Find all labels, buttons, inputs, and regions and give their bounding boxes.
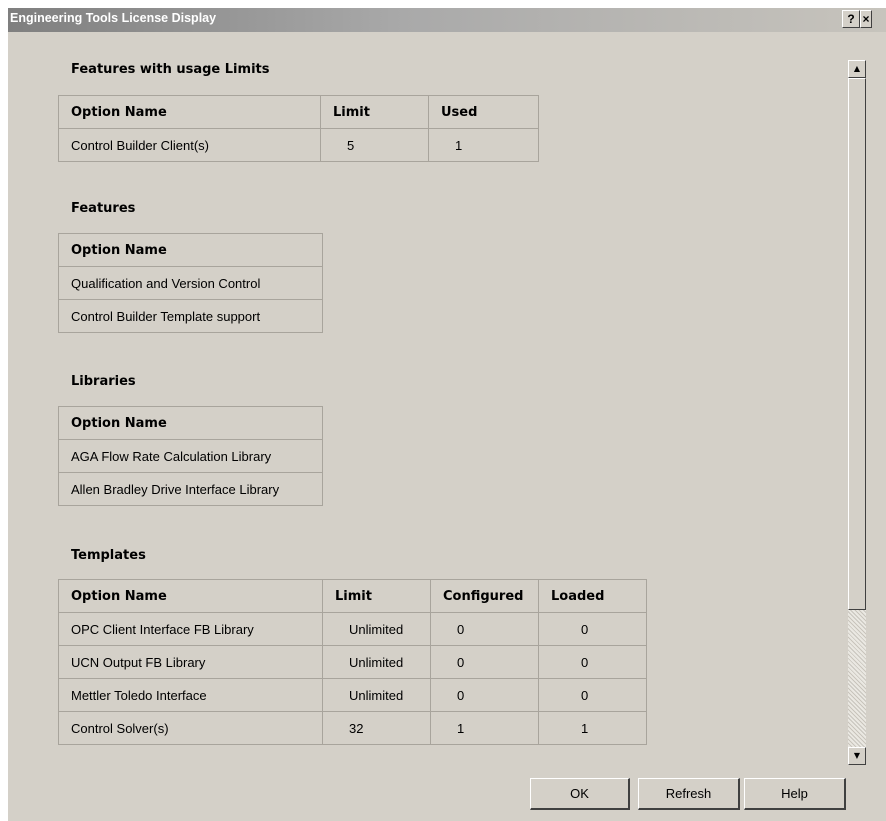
vertical-scrollbar[interactable]: ▲ ▼ [848, 60, 866, 765]
option-name-cell: Control Builder Client(s) [58, 128, 321, 162]
column-header-limit: Limit [322, 579, 431, 613]
libraries-table: Option Name AGA Flow Rate Calculation Li… [58, 406, 323, 506]
option-name-cell: AGA Flow Rate Calculation Library [58, 439, 323, 473]
configured-cell: 0 [430, 612, 539, 646]
table-row: AGA Flow Rate Calculation Library [58, 439, 323, 473]
column-header-loaded: Loaded [538, 579, 647, 613]
scrollbar-thumb[interactable] [848, 78, 866, 610]
loaded-cell: 0 [538, 678, 647, 712]
refresh-button[interactable]: Refresh [638, 778, 740, 810]
ok-button[interactable]: OK [530, 778, 630, 810]
scroll-up-arrow-icon[interactable]: ▲ [848, 60, 866, 78]
table-row: Allen Bradley Drive Interface Library [58, 472, 323, 506]
column-header-option-name: Option Name [58, 233, 323, 267]
column-header-option-name: Option Name [58, 406, 323, 440]
configured-cell: 0 [430, 678, 539, 712]
option-name-cell: Control Builder Template support [58, 299, 323, 333]
configured-cell: 0 [430, 645, 539, 679]
title-bar: Engineering Tools License Display ? × [8, 8, 886, 32]
table-row: Control Builder Client(s) 5 1 [58, 128, 539, 162]
limit-cell: 32 [322, 711, 431, 745]
table-row: Control Builder Template support [58, 299, 323, 333]
scroll-down-arrow-icon[interactable]: ▼ [848, 747, 866, 765]
usage-limits-heading: Features with usage Limits [71, 62, 270, 77]
table-row: Qualification and Version Control [58, 266, 323, 300]
features-heading: Features [71, 201, 136, 216]
option-name-cell: UCN Output FB Library [58, 645, 323, 679]
table-row: UCN Output FB Library Unlimited 0 0 [58, 645, 647, 679]
help-button[interactable]: Help [744, 778, 846, 810]
column-header-used: Used [428, 95, 539, 129]
limit-cell: Unlimited [322, 678, 431, 712]
usage-limits-table: Option Name Limit Used Control Builder C… [58, 95, 539, 162]
limit-cell: 5 [320, 128, 429, 162]
table-row: Mettler Toledo Interface Unlimited 0 0 [58, 678, 647, 712]
window-title: Engineering Tools License Display [10, 11, 217, 25]
option-name-cell: Qualification and Version Control [58, 266, 323, 300]
option-name-cell: OPC Client Interface FB Library [58, 612, 323, 646]
templates-table: Option Name Limit Configured Loaded OPC … [58, 579, 647, 745]
used-cell: 1 [428, 128, 539, 162]
configured-cell: 1 [430, 711, 539, 745]
option-name-cell: Control Solver(s) [58, 711, 323, 745]
column-header-option-name: Option Name [58, 95, 321, 129]
column-header-configured: Configured [430, 579, 539, 613]
table-row: OPC Client Interface FB Library Unlimite… [58, 612, 647, 646]
templates-heading: Templates [71, 548, 146, 563]
help-question-icon[interactable]: ? [842, 10, 860, 28]
loaded-cell: 0 [538, 645, 647, 679]
limit-cell: Unlimited [322, 645, 431, 679]
column-header-limit: Limit [320, 95, 429, 129]
limit-cell: Unlimited [322, 612, 431, 646]
column-header-option-name: Option Name [58, 579, 323, 613]
loaded-cell: 1 [538, 711, 647, 745]
license-dialog: Engineering Tools License Display ? × Fe… [8, 8, 886, 821]
close-icon[interactable]: × [860, 10, 872, 28]
libraries-heading: Libraries [71, 374, 136, 389]
option-name-cell: Allen Bradley Drive Interface Library [58, 472, 323, 506]
table-row: Control Solver(s) 32 1 1 [58, 711, 647, 745]
loaded-cell: 0 [538, 612, 647, 646]
option-name-cell: Mettler Toledo Interface [58, 678, 323, 712]
features-table: Option Name Qualification and Version Co… [58, 233, 323, 333]
